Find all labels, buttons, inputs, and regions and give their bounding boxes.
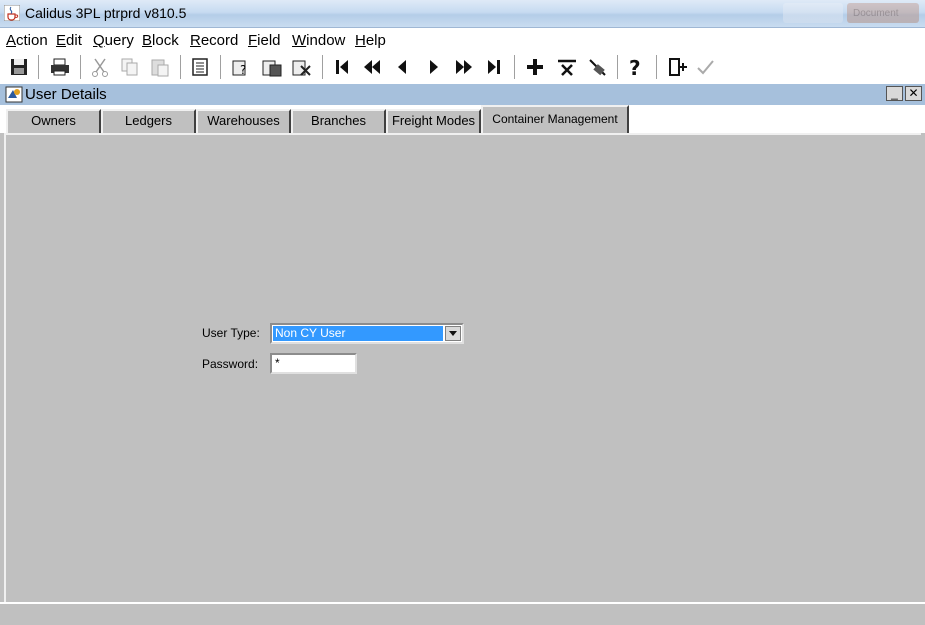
insert-record-icon[interactable] <box>524 56 546 78</box>
menubar: Action Edit Query Block Record Field Win… <box>0 28 925 52</box>
exit-icon[interactable] <box>667 56 689 78</box>
form-titlebar: User Details _ ✕ <box>0 84 925 105</box>
close-button[interactable]: ✕ <box>905 86 922 101</box>
tab-branches[interactable]: Branches <box>291 109 386 133</box>
execute-query-icon[interactable] <box>261 56 283 78</box>
paste-icon[interactable] <box>149 56 171 78</box>
last-record-icon[interactable] <box>483 56 505 78</box>
first-record-icon[interactable] <box>331 56 353 78</box>
previous-record-icon[interactable] <box>391 56 413 78</box>
previous-block-icon[interactable] <box>361 56 383 78</box>
close-label: ✕ <box>908 86 919 100</box>
form-content: Owners Ledgers Warehouses Branches Freig… <box>0 105 925 625</box>
svg-text:?: ? <box>240 63 246 77</box>
window-titlebar: Calidus 3PL ptrprd v810.5 Document <box>0 0 925 28</box>
tab-container-management[interactable]: Container Management <box>481 105 629 133</box>
form-title: User Details <box>25 86 107 103</box>
tab-owners[interactable]: Owners <box>6 109 101 133</box>
password-label: Password: <box>202 357 259 371</box>
minimize-label: _ <box>891 86 898 100</box>
print-icon[interactable] <box>49 56 71 78</box>
container-management-panel <box>4 133 921 603</box>
tab-bar: Owners Ledgers Warehouses Branches Freig… <box>0 105 925 133</box>
user-type-label: User Type: <box>202 326 260 340</box>
faded-document-button: Document <box>847 3 919 23</box>
cancel-query-icon[interactable] <box>291 56 313 78</box>
form-window-icon <box>5 86 23 103</box>
svg-text:?: ? <box>629 56 641 78</box>
menu-action[interactable]: Action <box>6 32 48 49</box>
dropdown-button[interactable] <box>445 326 461 341</box>
faded-button <box>783 3 843 23</box>
tab-freight-modes[interactable]: Freight Modes <box>386 109 481 133</box>
toolbar-separator <box>656 55 658 79</box>
help-icon[interactable]: ? <box>624 56 646 78</box>
clear-record-icon[interactable] <box>587 56 609 78</box>
faded-document-label: Document <box>853 8 899 19</box>
next-block-icon[interactable] <box>453 56 475 78</box>
user-type-selected-value: Non CY User <box>273 326 443 341</box>
menu-edit[interactable]: Edit <box>56 32 82 49</box>
password-field[interactable]: * <box>270 353 357 374</box>
toolbar-separator <box>220 55 222 79</box>
menu-block[interactable]: Block <box>142 32 179 49</box>
menu-query[interactable]: Query <box>93 32 134 49</box>
menu-field[interactable]: Field <box>248 32 281 49</box>
toolbar: ? ? <box>0 52 925 82</box>
faded-taskbar-buttons: Document <box>783 3 919 23</box>
java-cup-icon <box>4 5 20 21</box>
menu-window[interactable]: Window <box>292 32 345 49</box>
menu-record[interactable]: Record <box>190 32 238 49</box>
save-icon[interactable] <box>8 56 30 78</box>
minimize-button[interactable]: _ <box>886 86 903 101</box>
delete-record-icon[interactable] <box>556 56 578 78</box>
toolbar-separator <box>322 55 324 79</box>
window-title: Calidus 3PL ptrprd v810.5 <box>25 5 187 21</box>
tab-warehouses[interactable]: Warehouses <box>196 109 291 133</box>
copy-icon[interactable] <box>119 56 141 78</box>
tab-ledgers[interactable]: Ledgers <box>101 109 196 133</box>
chevron-down-icon <box>449 331 457 336</box>
commit-icon[interactable] <box>694 56 716 78</box>
menu-help[interactable]: Help <box>355 32 386 49</box>
next-record-icon[interactable] <box>423 56 445 78</box>
query-icon[interactable]: ? <box>231 56 253 78</box>
toolbar-separator <box>180 55 182 79</box>
status-bar <box>0 602 925 625</box>
toolbar-separator <box>80 55 82 79</box>
cut-icon[interactable] <box>89 56 111 78</box>
user-type-select[interactable]: Non CY User <box>270 323 464 344</box>
toolbar-separator <box>38 55 40 79</box>
toolbar-separator <box>617 55 619 79</box>
toolbar-separator <box>514 55 516 79</box>
list-icon[interactable] <box>189 56 211 78</box>
